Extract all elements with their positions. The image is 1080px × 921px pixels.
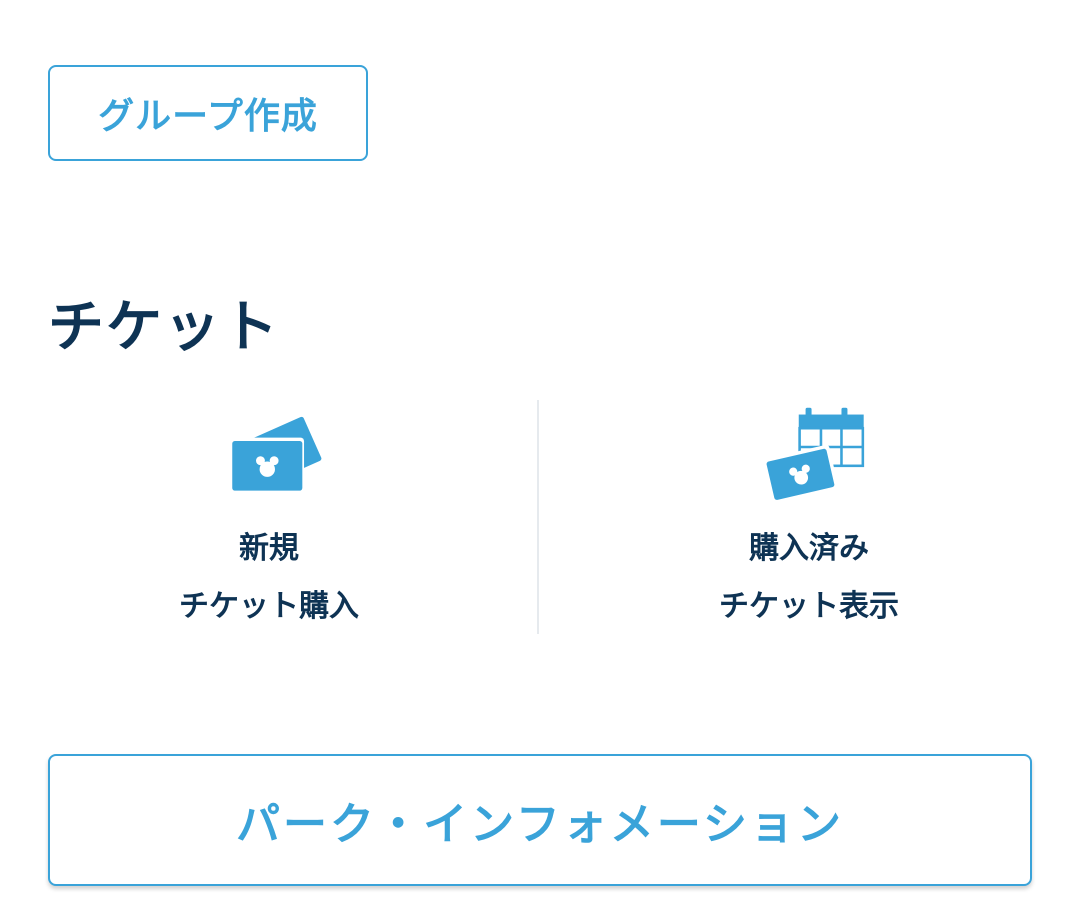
buy-new-ticket-label: 新規 チケット購入 [179,531,359,624]
ticket-section-title: チケット [48,295,280,360]
view-purchased-ticket-label: 購入済み チケット表示 [719,531,899,624]
tickets-icon [228,416,322,495]
ticket-options: 新規 チケット購入 購入済み チケット表示 [0,400,1080,636]
buy-new-ticket-button[interactable]: 新規 チケット購入 [0,400,538,636]
calendar-ticket-icon [762,407,865,500]
create-group-button[interactable]: グループ作成 [48,65,368,161]
ticket-divider [537,400,539,634]
park-information-button[interactable]: パーク・インフォメーション [48,754,1032,886]
view-purchased-ticket-button[interactable]: 購入済み チケット表示 [540,400,1078,636]
